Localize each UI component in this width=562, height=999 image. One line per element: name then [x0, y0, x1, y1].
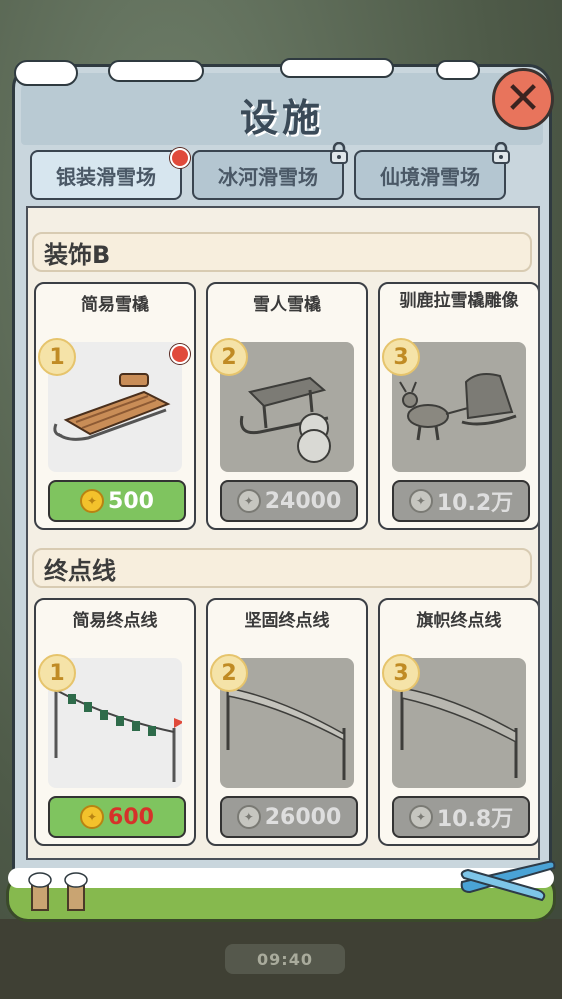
level-badge: 2 [210, 654, 248, 692]
level-badge: 1 [38, 654, 76, 692]
close-icon: ✕ [504, 73, 542, 124]
price-value: 10.8万 [436, 807, 514, 832]
tab-glacier-ski-resort[interactable]: 冰河滑雪场 [192, 142, 348, 200]
facility-list[interactable]: 装饰B 简易雪橇 1 ✦ 500 雪人雪橇 2 ✦ 24000 驯鹿拉雪橇雕像 … [26, 206, 540, 860]
facility-card-snowman-sled[interactable]: 雪人雪橇 2 ✦ 24000 [206, 282, 368, 530]
level-badge: 1 [38, 338, 76, 376]
tab-label: 冰河滑雪场 [218, 164, 318, 189]
close-button[interactable]: ✕ [492, 68, 554, 130]
facility-card-simple-finish-line[interactable]: 简易终点线 1 ✦ 600 [34, 598, 196, 846]
facility-card-sturdy-finish-line[interactable]: 坚固终点线 2 ✦ 26000 [206, 598, 368, 846]
snow-decoration [14, 60, 78, 86]
level-badge: 2 [210, 338, 248, 376]
facility-name: 坚固终点线 [244, 611, 330, 631]
gold-coin-icon: ✦ [80, 805, 105, 829]
facility-card-banner-finish-line[interactable]: 旗帜终点线 3 ✦ 10.8万 [378, 598, 538, 846]
facility-name: 旗帜终点线 [416, 611, 502, 631]
notification-dot-icon [170, 344, 190, 364]
section-title: 装饰B [44, 240, 111, 269]
snow-decoration [108, 60, 204, 82]
gold-coin-icon: ✦ [80, 489, 105, 513]
silver-coin-icon: ✦ [408, 489, 433, 513]
buy-button[interactable]: ✦ 10.2万 [392, 480, 530, 522]
silver-coin-icon: ✦ [236, 805, 261, 829]
level-badge: 3 [382, 654, 420, 692]
tab-wonderland-ski-resort[interactable]: 仙境滑雪场 [354, 142, 510, 200]
buy-button[interactable]: ✦ 26000 [220, 796, 358, 838]
price-value: 26000 [264, 804, 342, 830]
game-clock: 09:40 [225, 944, 345, 974]
facility-name: 驯鹿拉雪橇雕像 [399, 291, 519, 311]
lock-icon [492, 142, 510, 164]
snow-decoration [436, 60, 480, 80]
panel-title: 设施 [239, 96, 324, 140]
silver-coin-icon: ✦ [408, 805, 433, 829]
facility-name: 简易雪橇 [81, 295, 149, 315]
price-value: 10.2万 [436, 491, 514, 516]
skis-icon [460, 860, 556, 902]
section-header-finish-line: 终点线 [32, 548, 532, 588]
facility-name: 简易终点线 [72, 611, 158, 631]
tab-label: 仙境滑雪场 [380, 164, 480, 189]
level-badge: 3 [382, 338, 420, 376]
buy-button[interactable]: ✦ 10.8万 [392, 796, 530, 838]
section-header-decoration-b: 装饰B [32, 232, 532, 272]
tab-silver-ski-resort[interactable]: 银装滑雪场 [30, 148, 190, 200]
buy-button[interactable]: ✦ 500 [48, 480, 186, 522]
facility-card-reindeer-sled-statue[interactable]: 驯鹿拉雪橇雕像 3 ✦ 10.2万 [378, 282, 538, 530]
price-value: 600 [108, 804, 154, 830]
price-value: 500 [108, 488, 154, 514]
lock-icon [330, 142, 348, 164]
price-value: 24000 [264, 488, 342, 514]
snow-decoration [280, 58, 394, 78]
facility-card-simple-sled[interactable]: 简易雪橇 1 ✦ 500 [34, 282, 196, 530]
buy-button[interactable]: ✦ 24000 [220, 480, 358, 522]
facility-name: 雪人雪橇 [253, 295, 321, 315]
buy-button[interactable]: ✦ 600 [48, 796, 186, 838]
notification-dot-icon [170, 148, 190, 168]
fence-icon [28, 872, 88, 911]
section-title: 终点线 [44, 556, 116, 585]
tab-label: 银装滑雪场 [56, 164, 156, 189]
silver-coin-icon: ✦ [236, 489, 261, 513]
title-bar: 设施 [21, 73, 543, 145]
